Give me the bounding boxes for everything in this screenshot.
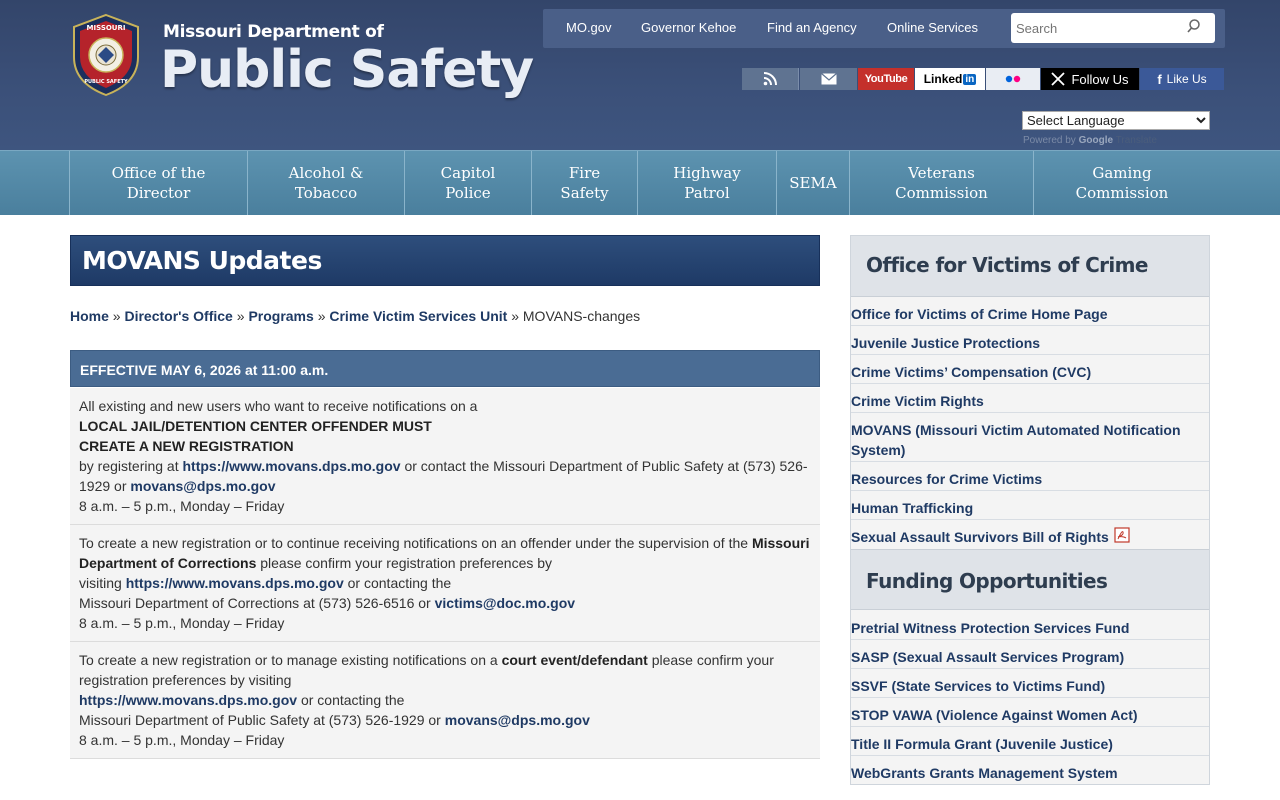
rss-icon [763, 72, 777, 86]
movans-website-link[interactable]: https://www.movans.dps.mo.gov [183, 458, 401, 474]
breadcrumb-directors-office[interactable]: Director's Office [124, 308, 232, 324]
breadcrumb-current: MOVANS-changes [522, 308, 641, 324]
nav-fire-safety[interactable]: Fire Safety [532, 151, 638, 215]
x-logo-icon [1051, 72, 1066, 86]
topnav-link-online-services[interactable]: Online Services [887, 20, 978, 35]
sidebar-link-human-trafficking[interactable]: Human Trafficking [851, 491, 1209, 520]
movans-email-link[interactable]: movans@dps.mo.gov [445, 712, 590, 728]
flickr-icon [1005, 75, 1021, 83]
nav-capitol-police[interactable]: Capitol Police [405, 151, 532, 215]
youtube-icon: YouTube [864, 73, 908, 85]
sidebar-link-title-ii[interactable]: Title II Formula Grant (Juvenile Justice… [851, 727, 1209, 756]
sidebar-heading-funding: Funding Opportunities [851, 549, 1209, 610]
pdf-icon [1114, 527, 1130, 543]
youtube-link[interactable]: YouTube [858, 68, 914, 90]
movans-website-link[interactable]: https://www.movans.dps.mo.gov [126, 575, 344, 591]
search-icon[interactable] [1187, 19, 1201, 33]
page-title: MOVANS Updates [82, 246, 322, 275]
page-title-bar: MOVANS Updates [70, 235, 820, 286]
sidebar-link-pretrial-witness[interactable]: Pretrial Witness Protection Services Fun… [851, 611, 1209, 640]
sidebar-link-ovc-home[interactable]: Office for Victims of Crime Home Page [851, 297, 1209, 326]
linkedin-icon: in [963, 73, 977, 85]
language-select[interactable]: Select Language [1022, 111, 1210, 130]
sidebar: Office for Victims of Crime Office for V… [850, 235, 1210, 785]
x-follow-link[interactable]: Follow Us [1041, 68, 1139, 90]
movans-email-link[interactable]: movans@dps.mo.gov [130, 478, 275, 494]
topnav-link-mo-gov[interactable]: MO.gov [566, 20, 612, 35]
movans-website-link[interactable]: https://www.movans.dps.mo.gov [79, 692, 297, 708]
notice-corrections: To create a new registration or to conti… [70, 525, 820, 642]
email-subscribe-link[interactable] [800, 68, 857, 90]
sidebar-link-webgrants[interactable]: WebGrants Grants Management System [851, 756, 1209, 785]
envelope-icon [820, 73, 837, 85]
nav-veterans-commission[interactable]: Veterans Commission [850, 151, 1034, 215]
sidebar-link-stop-vawa[interactable]: STOP VAWA (Violence Against Women Act) [851, 698, 1209, 727]
sidebar-heading-ovc: Office for Victims of Crime [851, 236, 1209, 297]
facebook-like-link[interactable]: f Like Us [1140, 68, 1224, 90]
nav-office-of-director[interactable]: Office of the Director [70, 151, 248, 215]
site-header: MISSOURI PUBLIC SAFETY Missouri Departme… [0, 0, 1280, 150]
topnav-link-governor[interactable]: Governor Kehoe [641, 20, 736, 35]
notice-court-event: To create a new registration or to manag… [70, 642, 820, 759]
nav-divider [69, 151, 70, 215]
brand-title: Public Safety [160, 40, 534, 100]
sidebar-link-crime-victim-rights[interactable]: Crime Victim Rights [851, 384, 1209, 413]
linkedin-label: Linked [923, 72, 963, 86]
doc-victims-email-link[interactable]: victims@doc.mo.gov [435, 595, 575, 611]
powered-by-google-translate: Powered by Google Translate [1023, 135, 1157, 146]
rss-link[interactable] [742, 68, 799, 90]
linkedin-link[interactable]: Linked in [915, 68, 985, 90]
sidebar-link-sas-bill-of-rights[interactable]: Sexual Assault Survivors Bill of Rights [851, 520, 1209, 549]
breadcrumb: Home » Director's Office » Programs » Cr… [70, 308, 641, 324]
svg-text:PUBLIC SAFETY: PUBLIC SAFETY [84, 79, 128, 85]
facebook-icon: f [1157, 71, 1162, 87]
brand-line-1: Missouri Department of [163, 22, 384, 42]
sidebar-link-ssvf[interactable]: SSVF (State Services to Victims Fund) [851, 669, 1209, 698]
effective-date-header: EFFECTIVE MAY 6, 2026 at 11:00 a.m. [70, 350, 820, 387]
sidebar-link-sasp[interactable]: SASP (Sexual Assault Services Program) [851, 640, 1209, 669]
main-navigation: Office of the Director Alcohol & Tobacco C… [0, 150, 1280, 215]
missouri-dps-seal-icon: MISSOURI PUBLIC SAFETY [73, 13, 139, 97]
nav-gaming-commission[interactable]: Gaming Commission [1034, 151, 1210, 215]
flickr-link[interactable] [986, 68, 1040, 90]
search-box [1011, 13, 1215, 43]
sidebar-link-cvc[interactable]: Crime Victims’ Compensation (CVC) [851, 355, 1209, 384]
facebook-label: Like Us [1166, 72, 1207, 86]
translate-link[interactable]: Translate [1116, 135, 1157, 146]
sidebar-link-movans[interactable]: MOVANS (Missouri Victim Automated Notifi… [851, 413, 1209, 462]
search-input[interactable] [1011, 13, 1181, 43]
topnav-link-find-agency[interactable]: Find an Agency [767, 20, 857, 35]
breadcrumb-cvsu[interactable]: Crime Victim Services Unit [329, 308, 507, 324]
google-logo: Google [1078, 135, 1114, 146]
breadcrumb-home[interactable]: Home [70, 308, 109, 324]
svg-text:MISSOURI: MISSOURI [87, 24, 126, 32]
sidebar-link-juvenile-justice[interactable]: Juvenile Justice Protections [851, 326, 1209, 355]
nav-sema[interactable]: SEMA [777, 151, 850, 215]
breadcrumb-programs[interactable]: Programs [248, 308, 313, 324]
nav-highway-patrol[interactable]: Highway Patrol [638, 151, 777, 215]
notice-local-jail: All existing and new users who want to r… [70, 388, 820, 525]
sidebar-link-resources[interactable]: Resources for Crime Victims [851, 462, 1209, 491]
nav-alcohol-tobacco[interactable]: Alcohol & Tobacco [248, 151, 405, 215]
x-follow-label: Follow Us [1071, 71, 1129, 87]
